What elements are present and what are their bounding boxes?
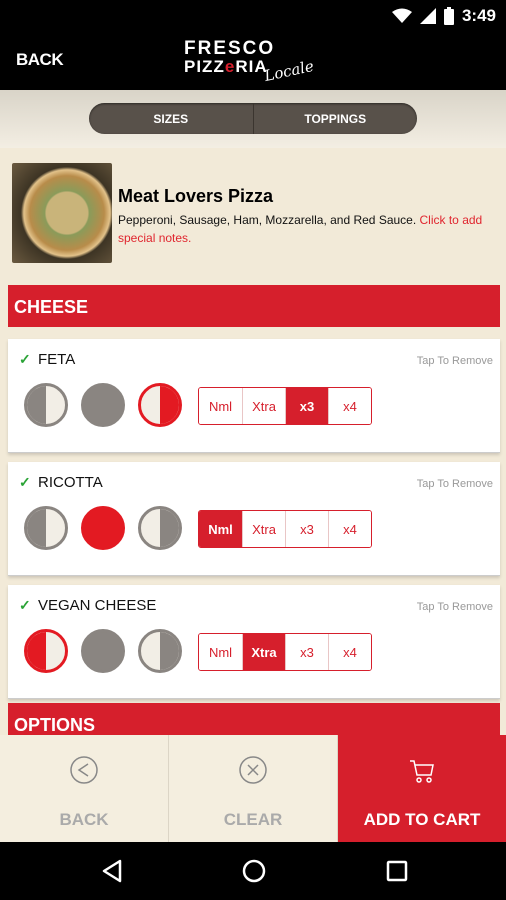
amount-nml[interactable]: Nml: [199, 634, 242, 670]
product-name: Meat Lovers Pizza: [118, 186, 274, 206]
app-header: BACK FRESCO PIZZeRIA Locale: [0, 32, 506, 90]
whole-pizza-icon[interactable]: [81, 506, 125, 550]
header-back-button[interactable]: BACK: [16, 50, 64, 70]
status-bar: 3:49: [0, 0, 506, 32]
tap-to-remove[interactable]: Tap To Remove: [417, 478, 493, 490]
amount-nml[interactable]: Nml: [199, 511, 242, 547]
check-icon: ✓: [19, 474, 31, 490]
amount-x3[interactable]: x3: [285, 511, 328, 547]
left-half-icon[interactable]: [24, 506, 68, 550]
bottom-action-bar: BACK CLEAR ADD TO CART: [0, 735, 506, 842]
tap-to-remove[interactable]: Tap To Remove: [417, 601, 493, 613]
product-summary: Meat Lovers Pizza Pepperoni, Sausage, Ha…: [12, 163, 502, 263]
wifi-icon: [391, 8, 412, 23]
section-header-options: OPTIONS: [8, 703, 500, 735]
topping-name: RICOTTA: [38, 474, 103, 491]
product-description: Pepperoni, Sausage, Ham, Mozzarella, and…: [118, 213, 483, 245]
check-icon: ✓: [19, 351, 31, 367]
nav-recents-icon[interactable]: [382, 856, 412, 886]
tab-sizes[interactable]: SIZES: [89, 103, 253, 134]
clock: 3:49: [461, 6, 496, 25]
nav-home-icon[interactable]: [239, 856, 269, 886]
tab-toppings[interactable]: TOPPINGS: [252, 103, 418, 134]
amount-xtra[interactable]: Xtra: [242, 511, 285, 547]
topping-card-feta: ✓ FETA Tap To Remove Nml Xtra x3 x4: [8, 339, 500, 453]
amount-x3[interactable]: x3: [285, 634, 328, 670]
pizza-image: [12, 163, 112, 263]
amount-x3[interactable]: x3: [285, 388, 328, 424]
amount-xtra[interactable]: Xtra: [242, 634, 285, 670]
amount-selector: Nml Xtra x3 x4: [198, 510, 372, 548]
fresco-pizzeria-logo: FRESCO PIZZeRIA Locale: [184, 38, 316, 86]
clear-button[interactable]: CLEAR: [168, 735, 337, 842]
topping-name: FETA: [38, 351, 76, 368]
clear-icon: [239, 756, 267, 784]
add-to-cart-button[interactable]: ADD TO CART: [337, 735, 506, 842]
segmented-tabs: SIZES TOPPINGS: [89, 103, 417, 134]
right-half-icon[interactable]: [138, 629, 182, 673]
left-half-icon[interactable]: [24, 383, 68, 427]
cart-icon: [410, 760, 434, 783]
whole-pizza-icon[interactable]: [81, 383, 125, 427]
right-half-icon[interactable]: [138, 506, 182, 550]
amount-x4[interactable]: x4: [328, 511, 371, 547]
amount-selector: Nml Xtra x3 x4: [198, 633, 372, 671]
section-header-cheese: CHEESE: [8, 285, 500, 327]
right-half-icon[interactable]: [138, 383, 182, 427]
whole-pizza-icon[interactable]: [81, 629, 125, 673]
check-icon: ✓: [19, 597, 31, 613]
tap-to-remove[interactable]: Tap To Remove: [417, 355, 493, 367]
amount-selector: Nml Xtra x3 x4: [198, 387, 372, 425]
left-half-icon[interactable]: [24, 629, 68, 673]
back-arrow-icon: [70, 756, 98, 784]
topping-card-vegan-cheese: ✓ VEGAN CHEESE Tap To Remove Nml Xtra x3…: [8, 585, 500, 699]
amount-x4[interactable]: x4: [328, 634, 371, 670]
topping-name: VEGAN CHEESE: [38, 597, 157, 614]
amount-nml[interactable]: Nml: [199, 388, 242, 424]
topping-card-ricotta: ✓ RICOTTA Tap To Remove Nml Xtra x3 x4: [8, 462, 500, 576]
system-nav-bar: [0, 842, 506, 900]
amount-xtra[interactable]: Xtra: [242, 388, 285, 424]
battery-icon: [443, 7, 454, 25]
amount-x4[interactable]: x4: [328, 388, 371, 424]
signal-icon: [419, 8, 436, 24]
back-button[interactable]: BACK: [0, 735, 168, 842]
nav-back-icon[interactable]: [98, 856, 128, 886]
